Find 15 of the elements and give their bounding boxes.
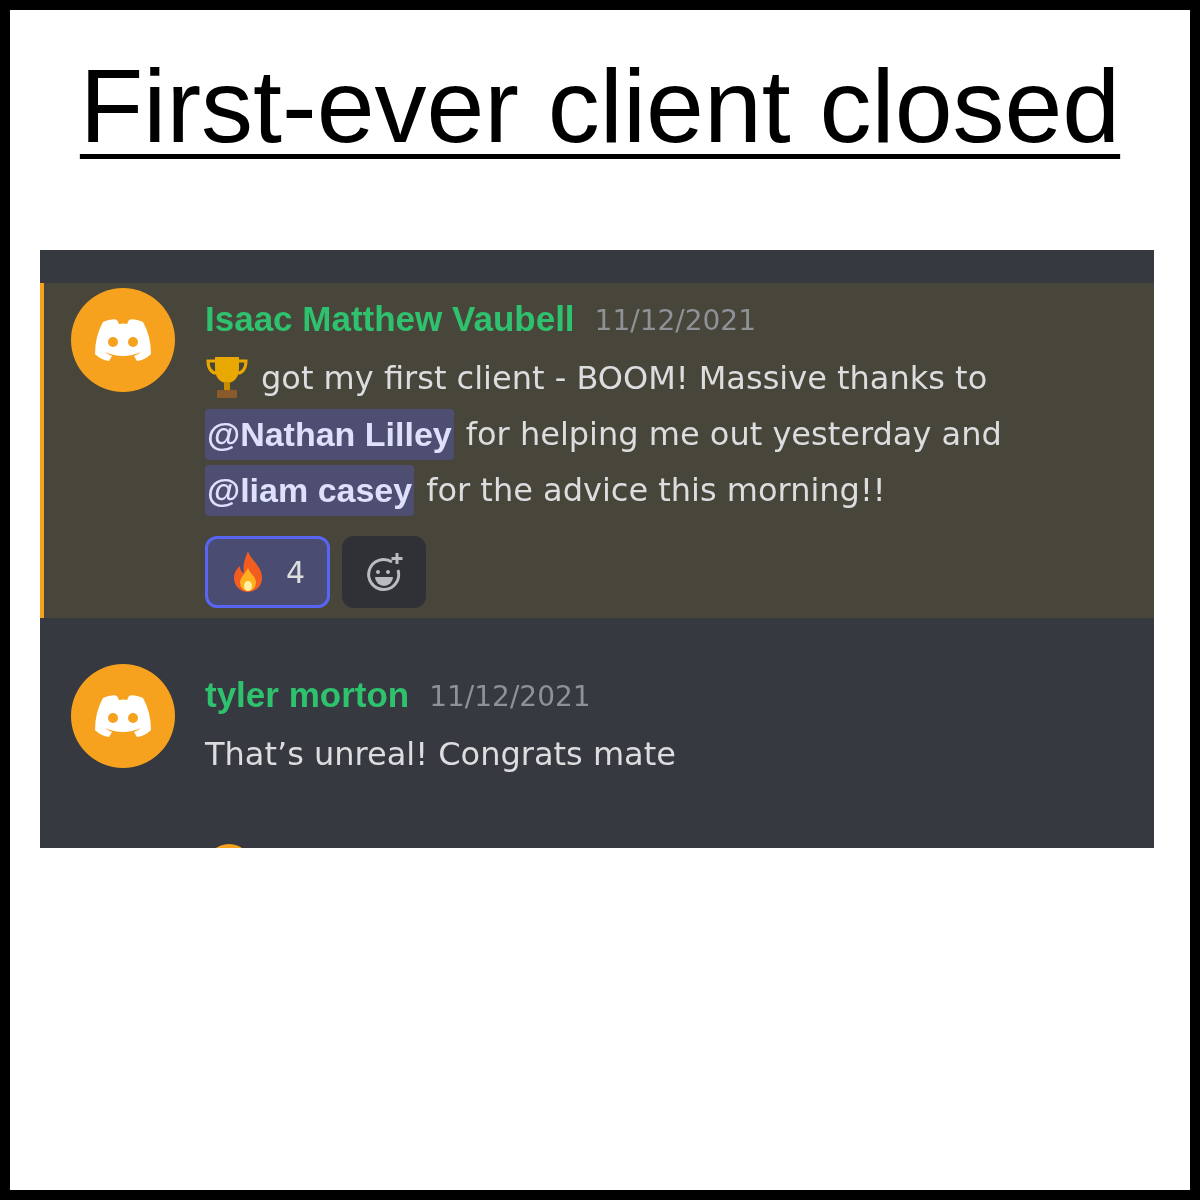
message-text: for the advice this morning!! xyxy=(426,470,886,511)
timestamp: 11/12/2021 xyxy=(429,679,591,715)
mention-link[interactable]: @liam casey xyxy=(205,464,415,516)
trophy-icon xyxy=(205,355,249,401)
page-title: First-ever client closed xyxy=(79,54,1121,158)
username[interactable]: Isaac Matthew Vaubell xyxy=(205,292,575,346)
reaction-button[interactable]: 4 xyxy=(205,536,331,608)
message-text: got my first client - BOOM! Massive thanks to xyxy=(261,358,988,399)
message-text: for helping me out yesterday and xyxy=(465,414,1002,455)
add-emoji-icon xyxy=(364,552,405,592)
message-text: That’s unreal! Congrats mate xyxy=(205,734,676,775)
timestamp: 11/12/2021 xyxy=(594,303,756,339)
add-reaction-button[interactable] xyxy=(342,536,427,608)
mention-link[interactable]: @Nathan Lilley xyxy=(205,408,454,460)
username[interactable]: tyler morton xyxy=(205,668,410,722)
